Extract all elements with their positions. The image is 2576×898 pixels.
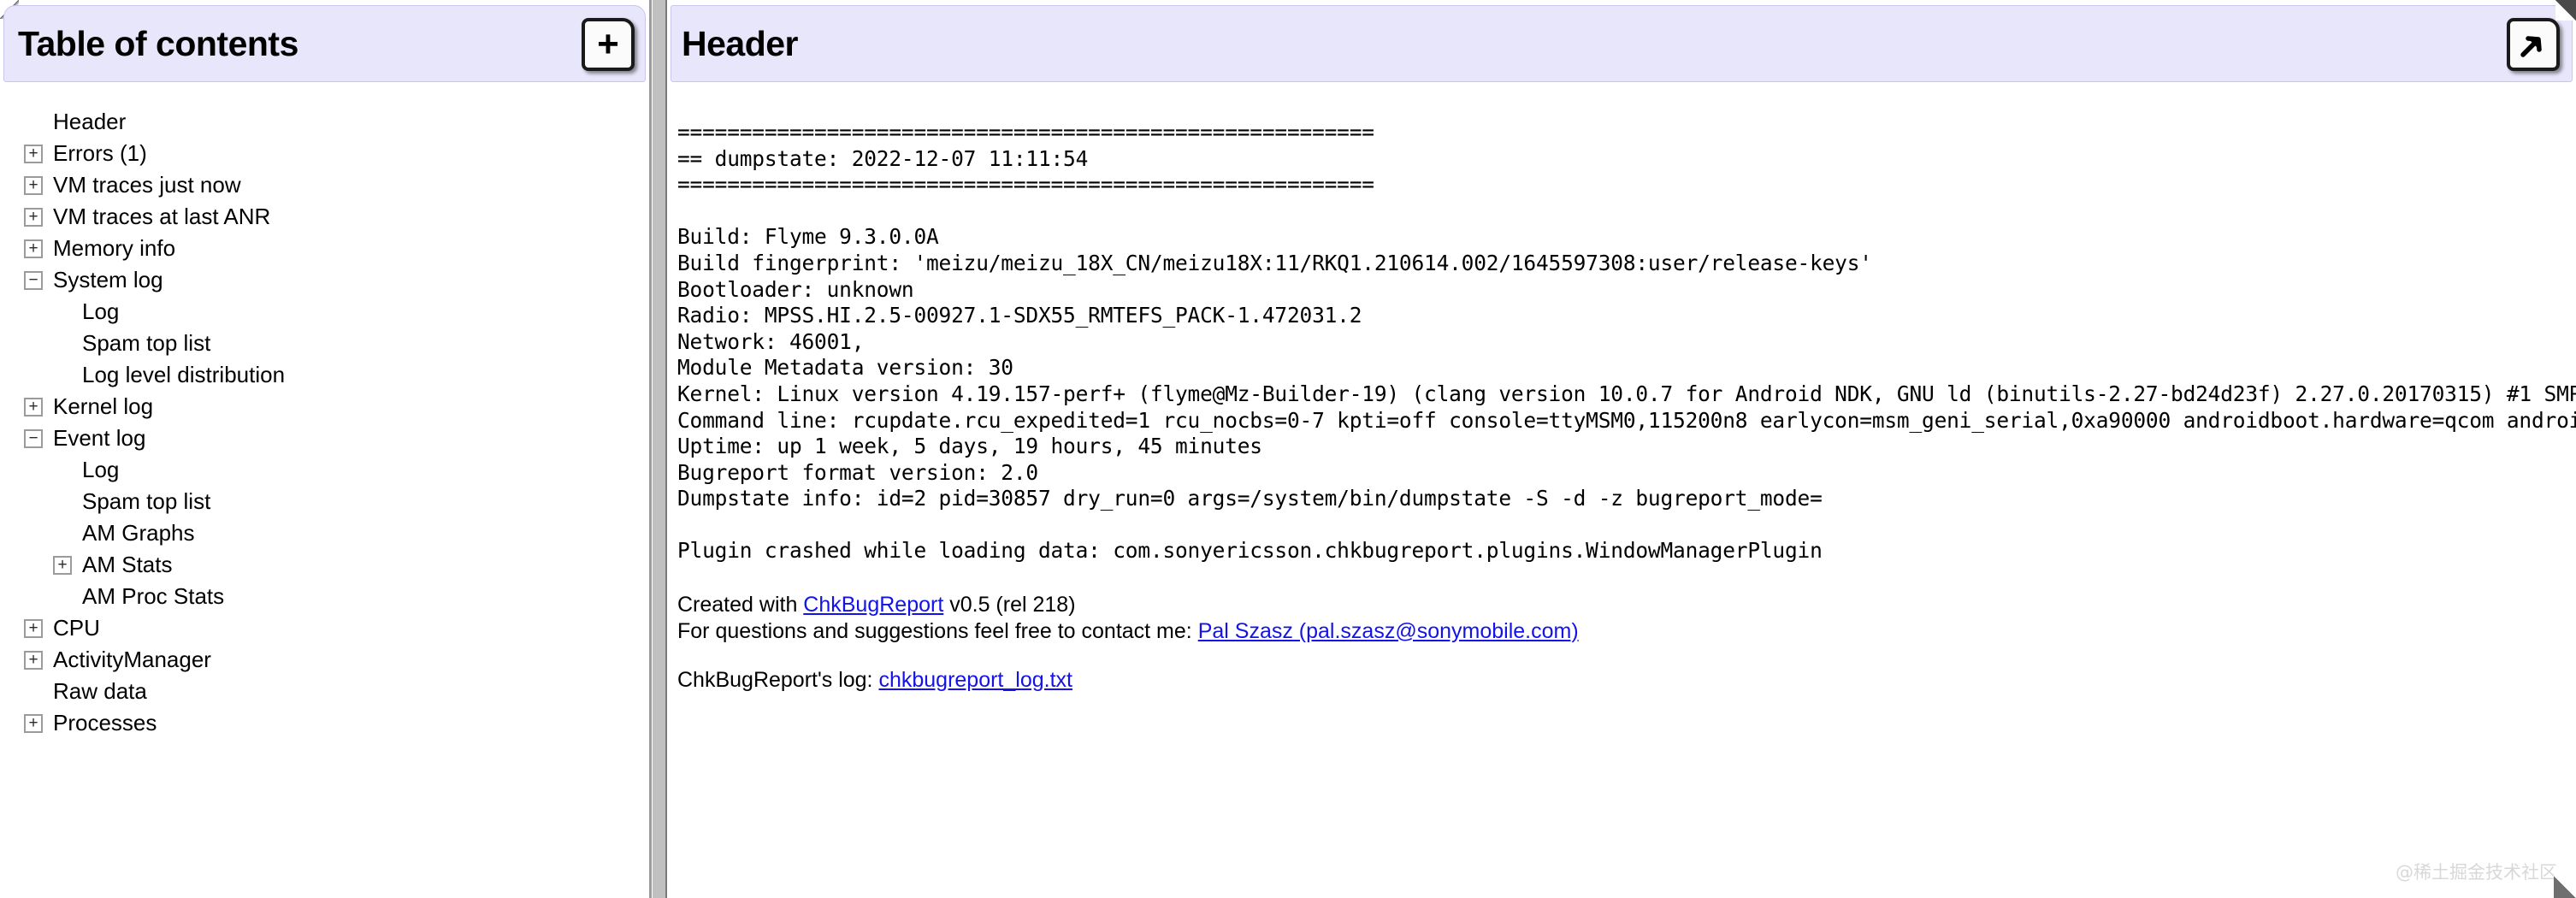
toc-item-label[interactable]: Log bbox=[82, 298, 119, 325]
toc-item-label[interactable]: Log bbox=[82, 457, 119, 483]
toc-item-label[interactable]: Spam top list bbox=[82, 330, 210, 357]
window-resize-grip[interactable] bbox=[2554, 876, 2576, 898]
contact-prefix: For questions and suggestions feel free … bbox=[677, 618, 1198, 643]
expand-toggle-icon[interactable]: + bbox=[53, 555, 72, 575]
toc-item[interactable]: Log bbox=[9, 296, 649, 328]
toc-item[interactable]: + Processes bbox=[9, 707, 649, 739]
toc-item[interactable]: Spam top list bbox=[9, 486, 649, 517]
toc-item-label[interactable]: Memory info bbox=[53, 235, 175, 262]
toc-item[interactable]: Log bbox=[9, 454, 649, 486]
toc-item[interactable]: + Memory info bbox=[9, 233, 649, 264]
toc-item-label[interactable]: Spam top list bbox=[82, 488, 210, 515]
table-of-contents-pane: Table of contents + Header + Errors (1) + VM… bbox=[0, 0, 652, 898]
toc-tree: Header + Errors (1) + VM traces just now + VM … bbox=[0, 106, 649, 739]
toc-item-label[interactable]: CPU bbox=[53, 615, 100, 641]
content-corner-fold bbox=[2555, 0, 2576, 21]
contact-line: For questions and suggestions feel free … bbox=[677, 618, 2576, 645]
expand-toggle-icon[interactable]: + bbox=[24, 713, 43, 733]
log-line: ChkBugReport's log: chkbugreport_log.txt bbox=[677, 667, 2576, 694]
toc-item-label[interactable]: AM Proc Stats bbox=[82, 583, 224, 610]
add-pane-button[interactable]: + bbox=[582, 18, 635, 71]
toc-item[interactable]: − Event log bbox=[9, 422, 649, 454]
toggle-spacer bbox=[53, 461, 72, 480]
expand-toggle-icon[interactable]: + bbox=[24, 144, 43, 163]
toc-item[interactable]: + AM Stats bbox=[9, 549, 649, 581]
toc-item[interactable]: + VM traces at last ANR bbox=[9, 201, 649, 233]
toc-item-label[interactable]: System log bbox=[53, 267, 163, 293]
footer-info: Created with ChkBugReport v0.5 (rel 218)… bbox=[677, 592, 2576, 694]
expand-toggle-icon[interactable]: + bbox=[24, 650, 43, 670]
toc-item[interactable]: Header bbox=[9, 106, 649, 138]
toggle-spacer bbox=[53, 493, 72, 511]
toggle-spacer bbox=[53, 366, 72, 385]
toc-item-label[interactable]: Log level distribution bbox=[82, 362, 285, 388]
toc-item[interactable]: Spam top list bbox=[9, 328, 649, 359]
collapse-toggle-icon[interactable]: − bbox=[24, 428, 43, 448]
dumpstate-text: ========================================… bbox=[677, 120, 2576, 511]
toc-item-label[interactable]: Event log bbox=[53, 425, 145, 452]
toc-item[interactable]: AM Proc Stats bbox=[9, 581, 649, 612]
toc-item-label[interactable]: AM Stats bbox=[82, 552, 172, 578]
collapse-toggle-icon[interactable]: − bbox=[24, 270, 43, 290]
page-title: Header bbox=[682, 23, 799, 63]
toggle-spacer bbox=[53, 588, 72, 606]
toggle-spacer bbox=[24, 113, 43, 132]
toc-item[interactable]: + CPU bbox=[9, 612, 649, 644]
content-titlebar: Header bbox=[671, 5, 2573, 82]
toc-item[interactable]: Raw data bbox=[9, 676, 649, 707]
toggle-spacer bbox=[53, 334, 72, 353]
toc-item-label[interactable]: VM traces just now bbox=[53, 172, 241, 198]
toc-item-label[interactable]: Raw data bbox=[53, 678, 147, 705]
toc-titlebar: Table of contents + bbox=[3, 5, 646, 82]
toc-item-label[interactable]: Header bbox=[53, 109, 126, 135]
arrow-up-right-icon bbox=[2520, 36, 2542, 57]
toc-item-label[interactable]: Processes bbox=[53, 710, 157, 736]
toc-item-label[interactable]: Kernel log bbox=[53, 393, 153, 420]
watermark: @稀土掘金技术社区 bbox=[2396, 862, 2557, 883]
created-prefix: Created with bbox=[677, 592, 804, 617]
expand-toggle-icon[interactable]: + bbox=[24, 397, 43, 417]
toggle-spacer bbox=[53, 303, 72, 322]
expand-toggle-icon[interactable]: + bbox=[24, 239, 43, 258]
popout-button[interactable] bbox=[2507, 18, 2560, 71]
toggle-spacer bbox=[53, 524, 72, 543]
expand-toggle-icon[interactable]: + bbox=[24, 175, 43, 195]
toc-item-label[interactable]: VM traces at last ANR bbox=[53, 204, 270, 230]
plus-icon: + bbox=[597, 23, 619, 65]
toc-item-label[interactable]: ActivityManager bbox=[53, 647, 211, 673]
expand-toggle-icon[interactable]: + bbox=[24, 618, 43, 638]
toc-item-label[interactable]: Errors (1) bbox=[53, 140, 147, 167]
toc-item[interactable]: AM Graphs bbox=[9, 517, 649, 549]
toc-item[interactable]: + Errors (1) bbox=[9, 138, 649, 169]
expand-toggle-icon[interactable]: + bbox=[24, 207, 43, 227]
created-with-line: Created with ChkBugReport v0.5 (rel 218) bbox=[677, 592, 2576, 618]
toggle-spacer bbox=[24, 682, 43, 701]
toc-item[interactable]: + ActivityManager bbox=[9, 644, 649, 676]
toc-item[interactable]: + Kernel log bbox=[9, 391, 649, 422]
log-prefix: ChkBugReport's log: bbox=[677, 667, 879, 692]
created-suffix: v0.5 (rel 218) bbox=[943, 592, 1076, 617]
toc-item-label[interactable]: AM Graphs bbox=[82, 520, 195, 546]
toc-item[interactable]: Log level distribution bbox=[9, 359, 649, 391]
toc-title: Table of contents bbox=[18, 23, 298, 63]
toc-item[interactable]: − System log bbox=[9, 264, 649, 296]
chkbugreport-link[interactable]: ChkBugReport bbox=[803, 593, 943, 617]
chkbugreport-log-link[interactable]: chkbugreport_log.txt bbox=[878, 668, 1072, 692]
toc-item[interactable]: + VM traces just now bbox=[9, 169, 649, 201]
pane-splitter[interactable] bbox=[652, 0, 667, 898]
app-root: Table of contents + Header + Errors (1) + VM… bbox=[0, 0, 2576, 898]
plugin-crash-text: Plugin crashed while loading data: com.s… bbox=[677, 537, 1823, 563]
content-pane: Header =================================… bbox=[667, 0, 2576, 898]
content-body: ========================================… bbox=[667, 82, 2576, 886]
author-email-link[interactable]: Pal Szasz (pal.szasz@sonymobile.com) bbox=[1198, 619, 1579, 643]
